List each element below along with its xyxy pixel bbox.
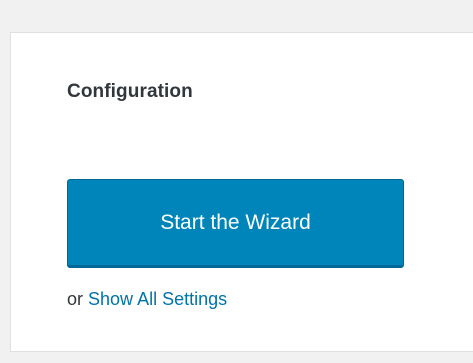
start-wizard-button[interactable]: Start the Wizard <box>67 179 404 268</box>
panel-title: Configuration <box>67 81 193 102</box>
alternative-option: or Show All Settings <box>67 289 227 310</box>
configuration-panel: Configuration Start the Wizard or Show A… <box>10 32 473 352</box>
alternative-prefix: or <box>67 289 84 309</box>
show-all-settings-link[interactable]: Show All Settings <box>88 289 227 309</box>
